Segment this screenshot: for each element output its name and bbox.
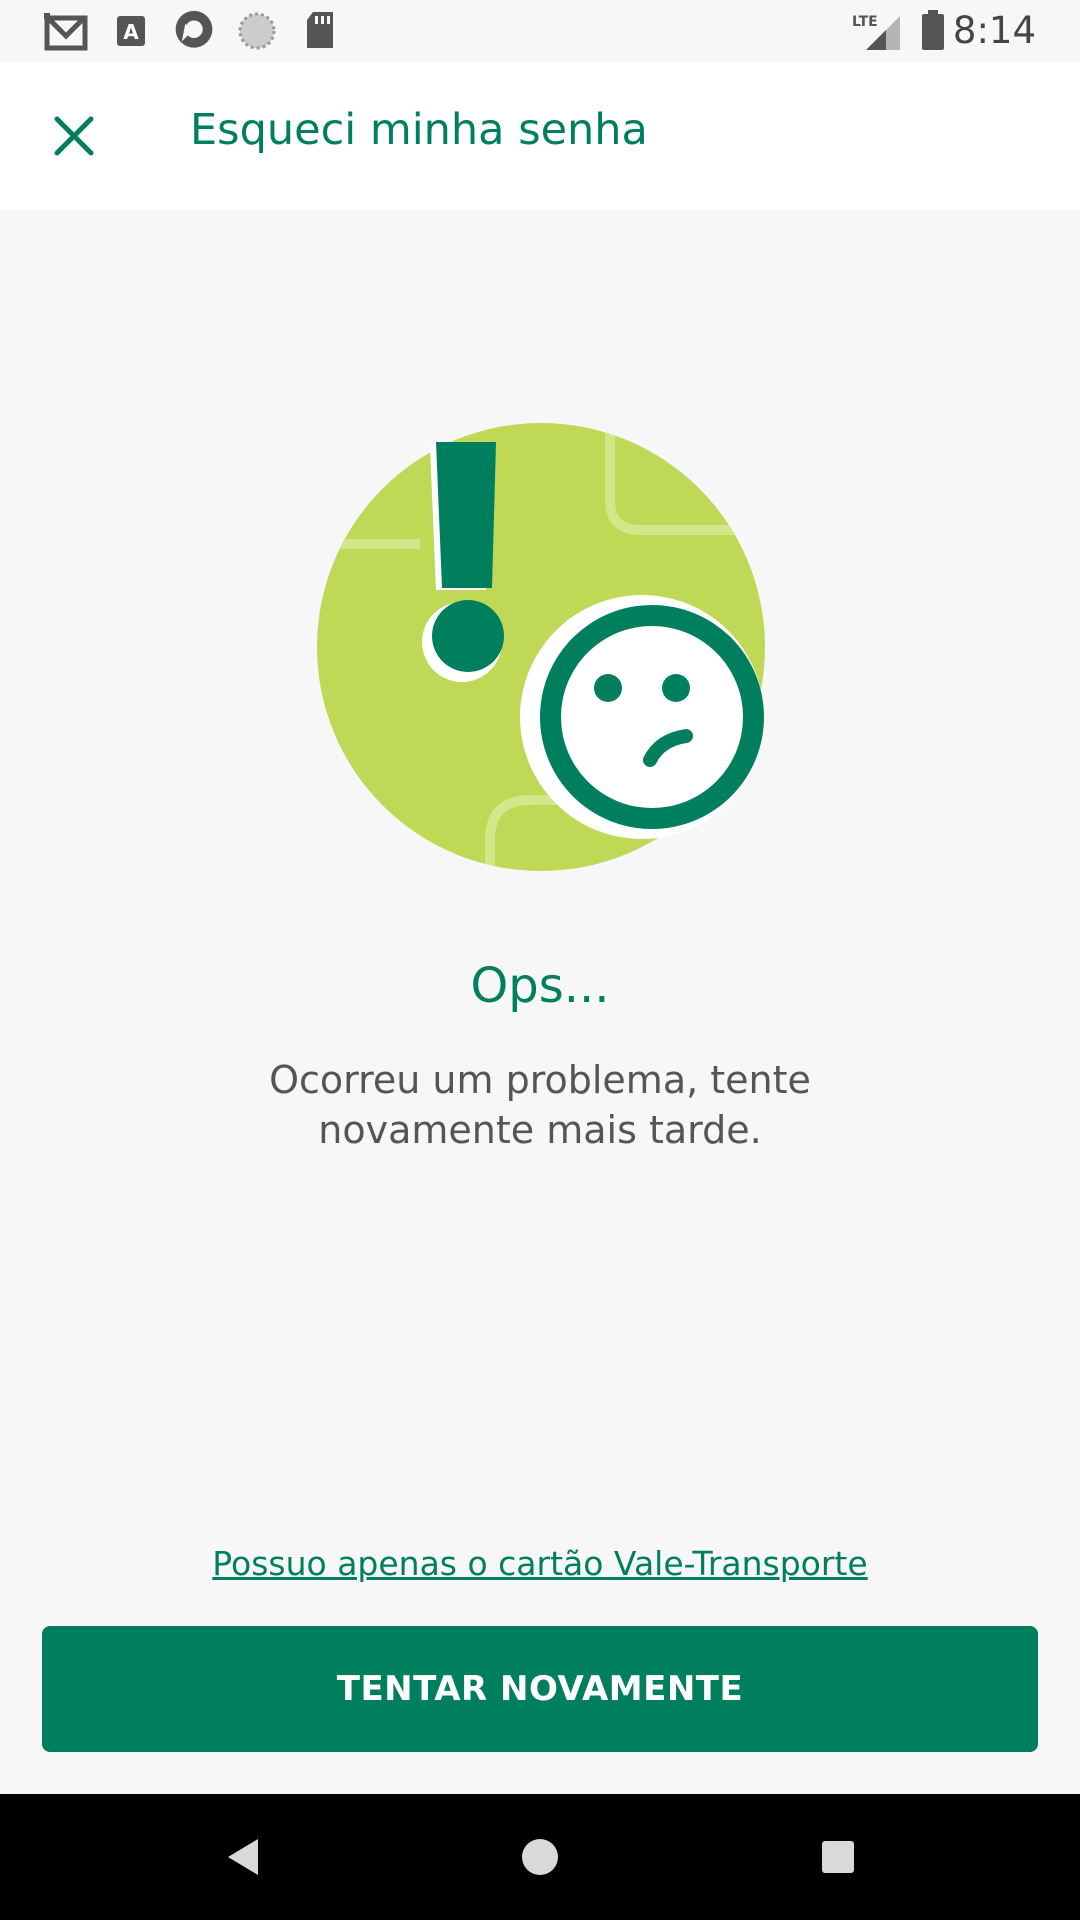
sad-face-alert-illustration [317, 423, 765, 871]
retry-button[interactable]: TENTAR NOVAMENTE [42, 1626, 1038, 1752]
sd-card-icon [307, 12, 333, 48]
recents-button[interactable] [798, 1822, 878, 1892]
back-button[interactable] [202, 1822, 282, 1892]
page-title: Esqueci minha senha [190, 105, 648, 155]
recents-icon [822, 1841, 854, 1873]
vale-transporte-link[interactable]: Possuo apenas o cartão Vale-Transporte [0, 1536, 1080, 1592]
retry-button-label: TENTAR NOVAMENTE [336, 1669, 744, 1709]
sync-app-icon [175, 10, 213, 48]
gmail-icon [44, 13, 88, 51]
navigation-bar [0, 1794, 1080, 1920]
clock: 8:14 [952, 9, 1036, 52]
status-bar: A LTE 8:14 [0, 0, 1080, 62]
error-message: Ocorreu um problema, tente novamente mai… [269, 1058, 811, 1152]
svg-text:LTE: LTE [852, 14, 878, 30]
home-icon [522, 1839, 558, 1875]
font-icon: A [117, 16, 145, 46]
close-button[interactable] [24, 94, 124, 178]
back-icon [228, 1839, 258, 1875]
app-bar: Esqueci minha senha [0, 62, 1080, 210]
home-button[interactable] [500, 1822, 580, 1892]
loading-icon [238, 12, 276, 50]
svg-text:A: A [123, 20, 139, 44]
error-title: Ops... [470, 958, 610, 1014]
close-icon [54, 116, 94, 156]
lte-signal-icon: LTE [852, 14, 900, 50]
battery-icon [922, 10, 944, 50]
